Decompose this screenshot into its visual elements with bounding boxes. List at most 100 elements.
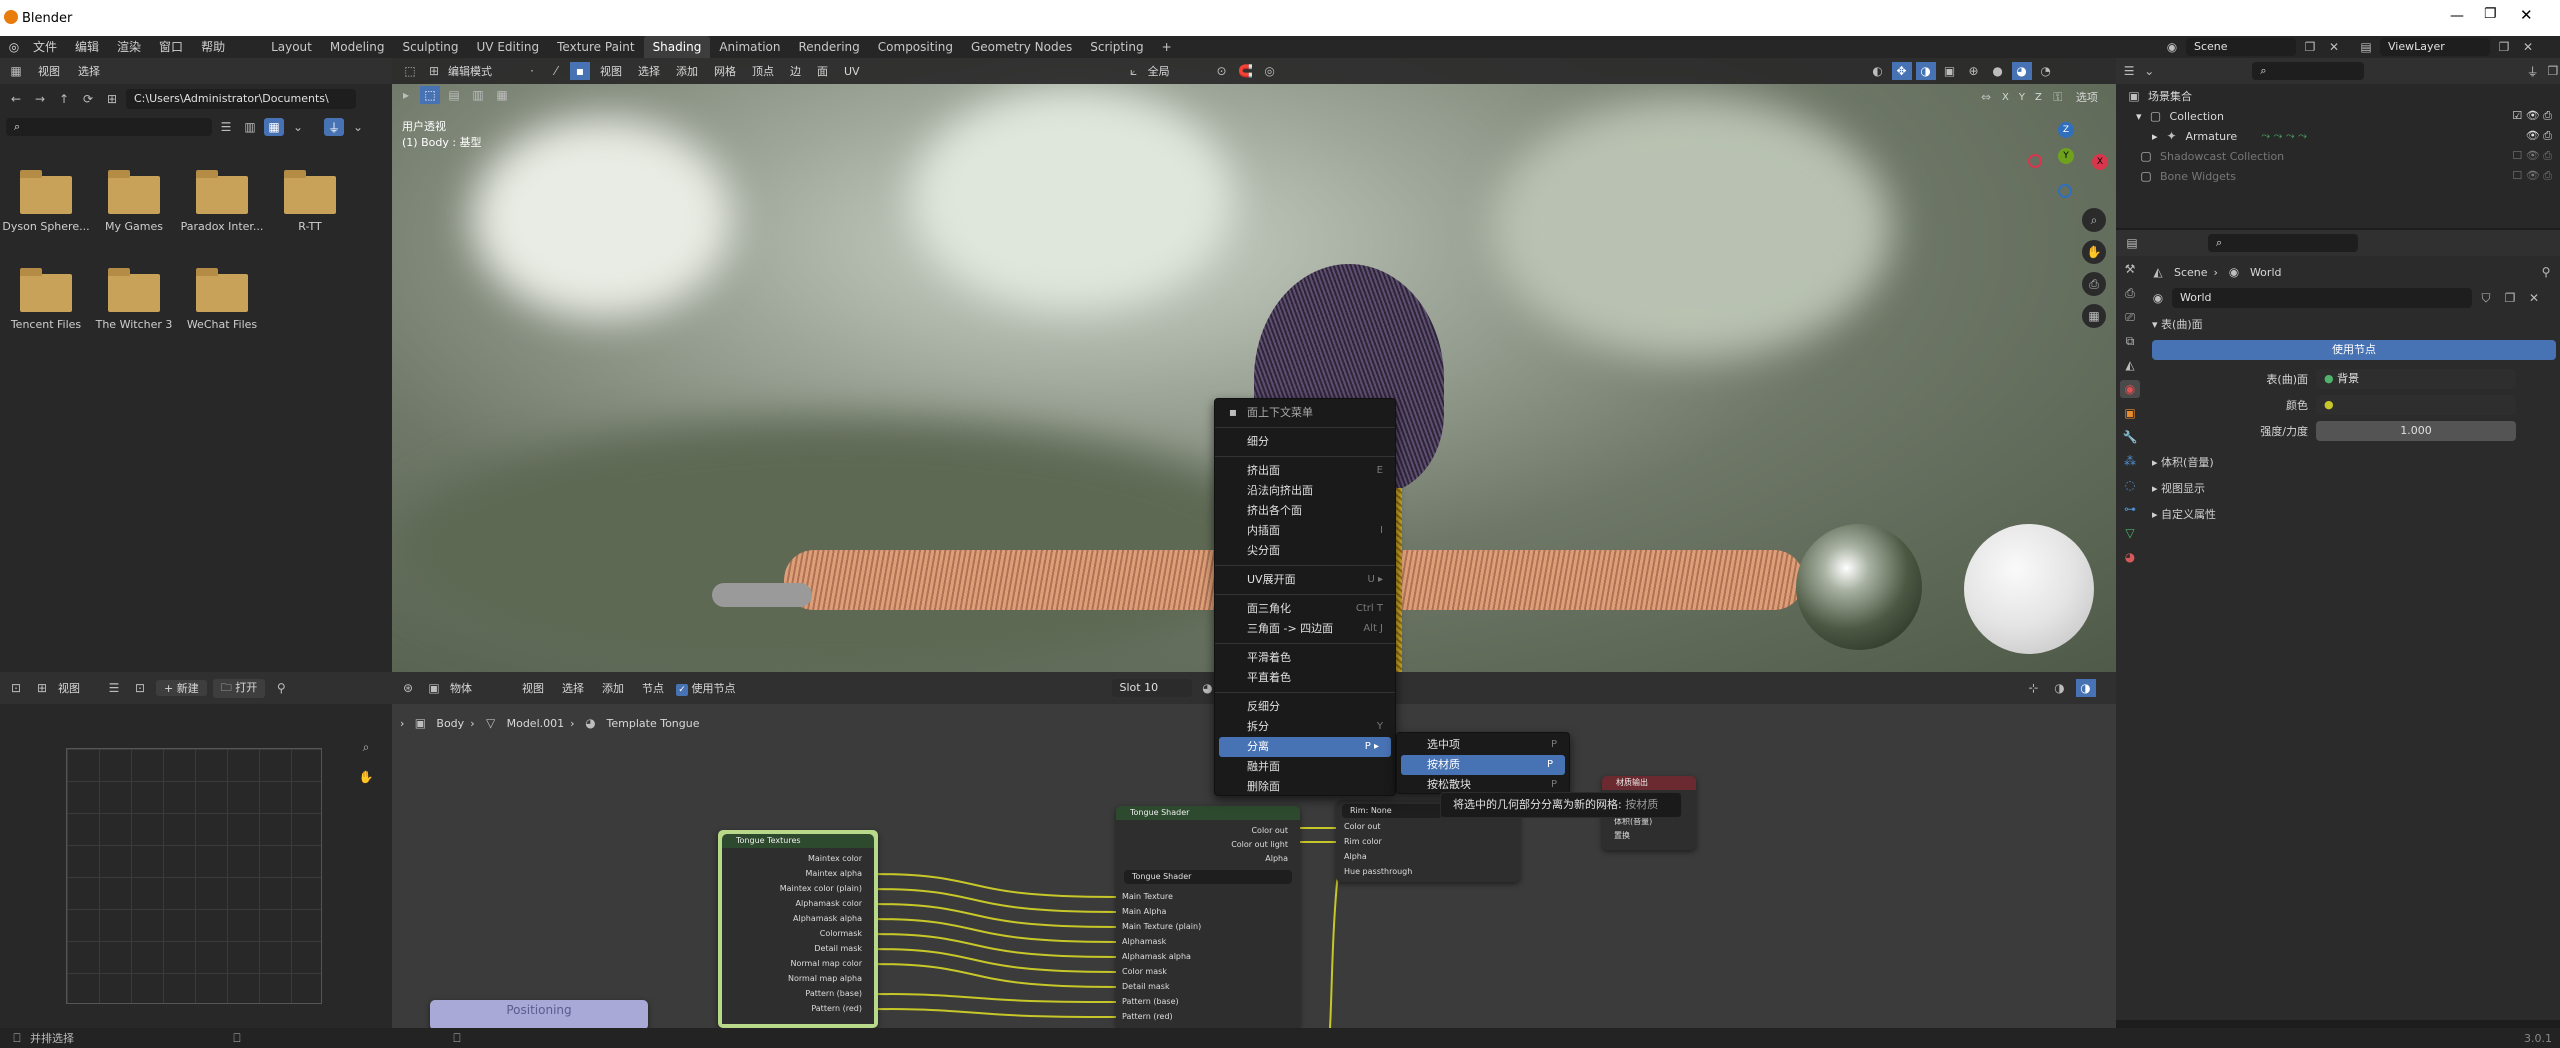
constraint-tab-icon[interactable]: ⊶ xyxy=(2120,500,2140,518)
edge-select-icon[interactable]: ⁄ xyxy=(546,62,566,80)
tab-texture-paint[interactable]: Texture Paint xyxy=(548,36,643,58)
rendered-shading-icon[interactable]: ◔ xyxy=(2036,62,2056,80)
menu-item-subdivide[interactable]: 细分 xyxy=(1215,432,1395,452)
ie-menu-view[interactable]: 视图 xyxy=(58,680,98,696)
rim-field[interactable]: Rim: None xyxy=(1342,804,1442,818)
render-tab-icon[interactable]: ⎙ xyxy=(2120,284,2140,302)
tool-settings-icon[interactable]: ▸ xyxy=(396,86,416,104)
axis-y[interactable]: Y xyxy=(2015,92,2029,103)
xray-icon[interactable]: ▣ xyxy=(1940,62,1960,80)
gizmo-x-icon[interactable]: X xyxy=(2092,154,2108,170)
tab-modeling[interactable]: Modeling xyxy=(321,36,394,58)
zoom-icon[interactable]: ⌕ xyxy=(356,738,376,756)
open-image-button[interactable]: 🗀 打开 xyxy=(212,678,266,698)
folder-item[interactable]: R-TT xyxy=(266,170,354,233)
delete-viewlayer-icon[interactable]: ✕ xyxy=(2518,38,2538,56)
editor-type-icon[interactable]: ▦ xyxy=(6,62,26,80)
viewlayer-field[interactable]: ViewLayer xyxy=(2380,38,2490,56)
menu-item-tris-to-quads[interactable]: 三角面 -> 四边面 Alt J xyxy=(1215,619,1395,639)
folder-item[interactable]: The Witcher 3 xyxy=(90,268,178,331)
material-shading-icon[interactable]: ◕ xyxy=(2011,62,2032,80)
menu-file[interactable]: 文件 xyxy=(24,36,66,58)
gizmo-neg-x-icon[interactable] xyxy=(2028,154,2042,168)
folder-item[interactable]: Paradox Inter... xyxy=(178,170,266,233)
display-dropdown-icon[interactable]: ⌄ xyxy=(288,118,308,136)
vp-menu-face[interactable]: 面 xyxy=(811,63,834,79)
scene-tab-icon[interactable]: ◭ xyxy=(2120,356,2140,374)
zoom-icon[interactable]: ⌕ xyxy=(2082,208,2106,232)
pivot-icon[interactable]: ⊙ xyxy=(1212,62,1232,80)
filter-icon[interactable]: ⏚ xyxy=(2526,62,2540,80)
scene-field[interactable]: Scene xyxy=(2186,38,2296,56)
outliner-row[interactable]: ▾ ▢ Collection ☑ 👁 ⎙ xyxy=(2124,106,2552,126)
view-layer-tab-icon[interactable]: ⧉ xyxy=(2120,332,2140,350)
tab-uv-editing[interactable]: UV Editing xyxy=(468,36,549,58)
minimize-button[interactable]: — xyxy=(2450,8,2464,24)
outliner-row[interactable]: ▢ Shadowcast Collection ☐ 👁 ⎙ xyxy=(2124,146,2552,166)
list-view-icon[interactable]: ☰ xyxy=(216,118,236,136)
custom-properties-panel-header[interactable]: ▸ 自定义属性 xyxy=(2148,502,2556,528)
node-group-field[interactable]: Tongue Shader xyxy=(1124,870,1292,884)
node-positioning[interactable]: Positioning xyxy=(430,1000,648,1028)
menu-item-uv-unwrap[interactable]: UV展开面 U ▸ xyxy=(1215,570,1395,590)
output-tab-icon[interactable]: ⎚ xyxy=(2120,308,2140,326)
path-field[interactable]: C:\Users\Administrator\Documents\ xyxy=(126,89,356,109)
physics-tab-icon[interactable]: ◌ xyxy=(2120,476,2140,494)
fb-menu-view[interactable]: 视图 xyxy=(32,63,66,79)
menu-icon[interactable]: ☰ xyxy=(104,679,124,697)
uv-grid[interactable] xyxy=(66,748,322,1004)
menu-item-extrude-faces[interactable]: 挤出面 E xyxy=(1215,461,1395,481)
file-search-input[interactable]: ⌕ xyxy=(6,118,212,136)
outliner-row[interactable]: ▸ ✦ Armature ⤳ ⤳ ⤳ ⤳ 👁 ⎙ xyxy=(2124,126,2552,146)
editor-type-icon[interactable]: ⬚ xyxy=(400,62,420,80)
options-dropdown[interactable]: 选项 xyxy=(2070,89,2104,105)
menu-render[interactable]: 渲染 xyxy=(108,36,150,58)
gizmo-y-icon[interactable]: Y xyxy=(2058,148,2074,164)
folder-item[interactable]: Dyson Sphere... xyxy=(2,170,90,233)
vertex-select-icon[interactable]: ⋅ xyxy=(522,62,542,80)
box-select-icon[interactable]: ⬚ xyxy=(420,86,440,104)
surface-shader-field[interactable]: ● 背景 xyxy=(2316,369,2516,389)
display-mode-icon[interactable]: ⌄ xyxy=(2142,62,2156,80)
new-folder-icon[interactable]: ⊞ xyxy=(102,90,122,108)
submenu-item-selection[interactable]: 选中项 P xyxy=(1397,735,1569,755)
tab-layout[interactable]: Layout xyxy=(262,36,321,58)
vp-menu-uv[interactable]: UV xyxy=(838,65,866,78)
grid-view-icon[interactable]: ▥ xyxy=(240,118,260,136)
view-mode-icon[interactable]: ⊞ xyxy=(32,679,52,697)
menu-item-inset-faces[interactable]: 内插面 I xyxy=(1215,521,1395,541)
properties-search-input[interactable]: ⌕ xyxy=(2208,234,2358,252)
fake-user-icon[interactable]: ⛉ xyxy=(2476,289,2496,307)
volume-panel-header[interactable]: ▸ 体积(音量) xyxy=(2148,450,2556,476)
refresh-icon[interactable]: ⟳ xyxy=(78,90,98,108)
world-icon[interactable]: ◉ xyxy=(2148,289,2168,307)
select-mode-icon[interactable]: ▤ xyxy=(444,86,464,104)
blender-menu-icon[interactable]: ◎ xyxy=(4,38,24,56)
node-tongue-textures[interactable]: Tongue Textures Maintex color Maintex al… xyxy=(718,830,878,1028)
back-icon[interactable]: ← xyxy=(6,90,26,108)
pan-hand-icon[interactable]: ✋ xyxy=(356,768,376,786)
material-tab-icon[interactable]: ◕ xyxy=(2120,548,2140,566)
pin-icon[interactable]: ⚲ xyxy=(271,679,291,697)
folder-item[interactable]: My Games xyxy=(90,170,178,233)
modifier-tab-icon[interactable]: 🔧 xyxy=(2120,428,2140,446)
editor-type-icon[interactable]: ⊡ xyxy=(6,679,26,697)
menu-window[interactable]: 窗口 xyxy=(150,36,192,58)
menu-item-shade-flat[interactable]: 平直着色 xyxy=(1215,668,1395,688)
submenu-item-by-material[interactable]: 按材质 P xyxy=(1401,755,1565,775)
filter-icon[interactable]: ⏚ xyxy=(324,118,344,136)
lock-icon[interactable]: ⚿ xyxy=(2048,88,2068,106)
filter-dropdown-icon[interactable]: ⌄ xyxy=(348,118,368,136)
menu-item-extrude-normals[interactable]: 沿法向挤出面 xyxy=(1215,481,1395,501)
duplicate-icon[interactable]: ❐ xyxy=(2500,289,2520,307)
menu-item-split[interactable]: 拆分 Y xyxy=(1215,717,1395,737)
visibility-icon[interactable]: ◐ xyxy=(1868,62,1888,80)
tab-animation[interactable]: Animation xyxy=(710,36,789,58)
image-browse-icon[interactable]: ⊡ xyxy=(130,679,150,697)
menu-item-delete-faces[interactable]: 删除面 xyxy=(1215,777,1395,797)
viewlayer-icon[interactable]: ▤ xyxy=(2356,38,2376,56)
select-mode-icon[interactable]: ▥ xyxy=(468,86,488,104)
outliner-row[interactable]: ▢ Bone Widgets ☐ 👁 ⎙ xyxy=(2124,166,2552,186)
menu-item-poke-faces[interactable]: 尖分面 xyxy=(1215,541,1395,561)
color-field[interactable]: ● xyxy=(2316,395,2516,415)
